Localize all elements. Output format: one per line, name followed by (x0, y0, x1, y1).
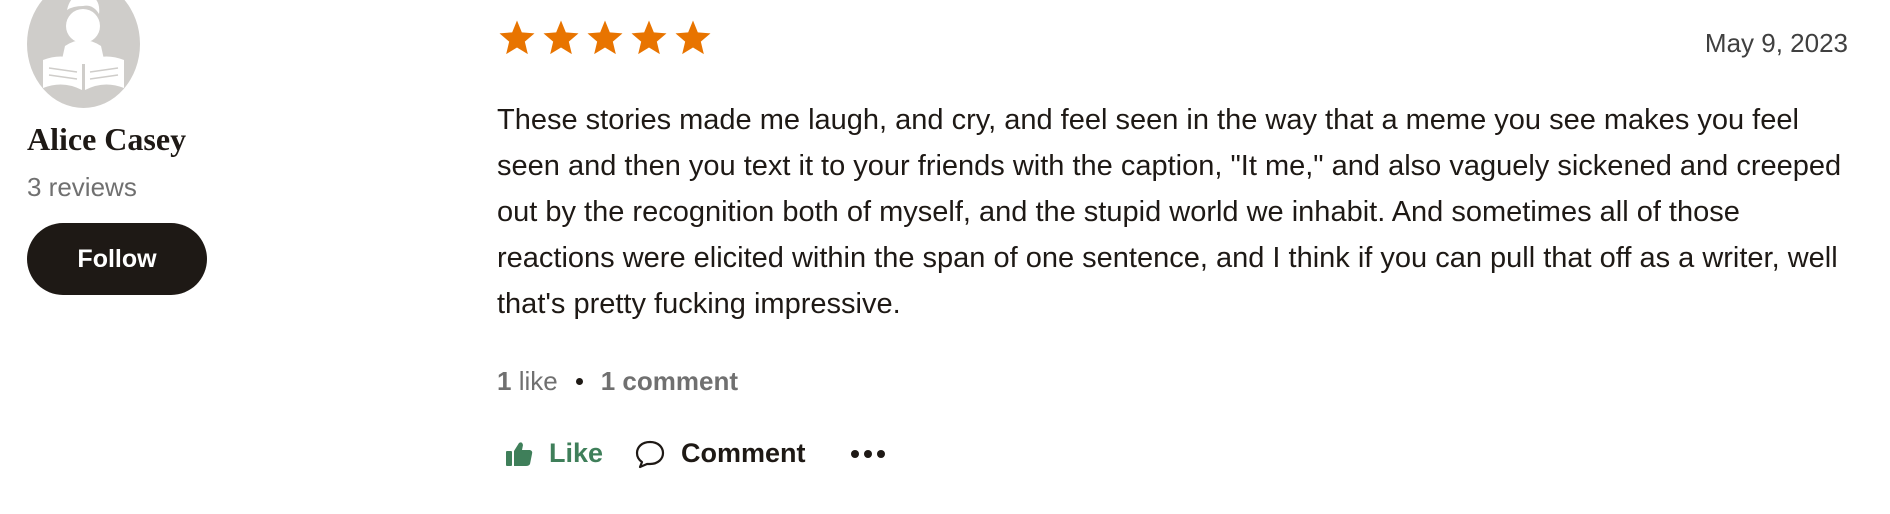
more-options-button[interactable] (850, 449, 902, 459)
review-stats: 1 like 1 comment (497, 366, 738, 397)
star-icon (499, 20, 535, 55)
star-icon (631, 20, 667, 55)
likes-stat[interactable]: 1 like (497, 366, 558, 397)
comment-button[interactable]: Comment (635, 438, 806, 469)
comments-count: 1 (600, 366, 616, 396)
likes-count: 1 (497, 366, 512, 396)
review-text: These stories made me laugh, and cry, an… (497, 104, 1842, 320)
like-label: Like (549, 438, 604, 468)
thumbs-up-icon (506, 441, 533, 466)
star-icon (675, 20, 711, 55)
reviewer-reviews-count: 3 reviews (27, 172, 137, 202)
star-icon (587, 20, 623, 55)
separator-dot (575, 378, 583, 385)
reviewer-name[interactable]: Alice Casey (27, 121, 186, 158)
avatar[interactable] (27, 0, 140, 108)
follow-button[interactable]: Follow (27, 223, 207, 295)
likes-label: like (518, 366, 558, 396)
review-actions: Like Comment (505, 438, 902, 469)
like-button[interactable]: Like (505, 438, 603, 469)
star-rating (497, 18, 713, 58)
reader-silhouette-icon (43, 0, 124, 90)
star-icon (543, 20, 579, 55)
review-date[interactable]: May 9, 2023 (1705, 28, 1848, 59)
more-horizontal-icon (850, 449, 885, 458)
comments-stat[interactable]: 1 comment (601, 366, 738, 397)
comments-label: comment (622, 366, 738, 396)
speech-bubble-icon (635, 440, 665, 468)
comment-label: Comment (681, 438, 806, 468)
